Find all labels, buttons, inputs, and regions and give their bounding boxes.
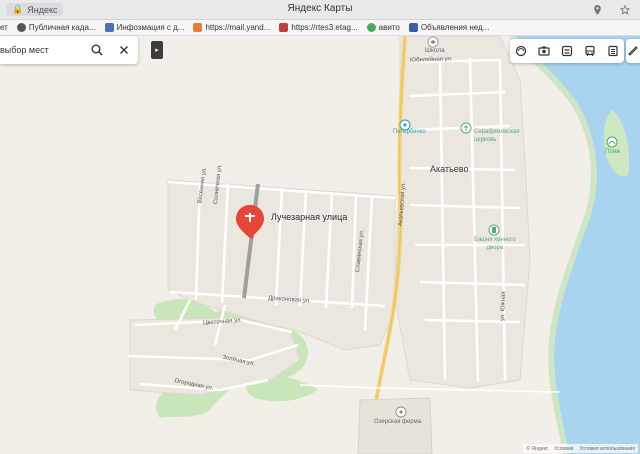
grid-icon	[279, 23, 289, 32]
place-marker-label[interactable]: Лучезарная улица	[271, 212, 347, 222]
transport-layer-button[interactable]	[583, 44, 597, 58]
ads-icon	[408, 23, 418, 32]
street-label: ул. Южная	[500, 291, 508, 322]
panorama-layer-button[interactable]	[514, 44, 528, 58]
poi-label-pharmacy[interactable]: Петербичко	[393, 129, 426, 135]
bookmark-item[interactable]: Инфозмация с д...	[104, 23, 185, 32]
collapse-panel-button[interactable]: ▸	[151, 41, 163, 59]
document-icon	[104, 23, 114, 32]
globe-icon	[16, 23, 26, 32]
poi-label-tower[interactable]: Башня конного двора	[474, 236, 516, 252]
poi-label-school[interactable]: Школа	[425, 47, 445, 54]
farm-area	[357, 397, 433, 454]
search-panel	[0, 36, 138, 64]
map-graphics	[127, 36, 640, 454]
map-footer: © Яндекс Условия Условия использования	[523, 444, 638, 453]
poi-label-church[interactable]: Серафимовская церковь	[474, 128, 520, 144]
poi-label-church-line2: церковь	[474, 137, 497, 143]
school-poi-icon	[427, 36, 439, 48]
close-icon[interactable]	[116, 42, 132, 58]
bookmark-item[interactable]: Объявления нед...	[408, 23, 490, 32]
settlement-label: Акатьево	[430, 164, 469, 174]
bookmark-label: https://rtes3.etag...	[291, 23, 358, 32]
poi-label-beach[interactable]: Пляж	[605, 149, 620, 155]
bookmark-label: Объявления нед...	[420, 23, 490, 32]
church-poi-icon	[460, 122, 472, 134]
panorama-icon	[516, 45, 527, 57]
bookmark-item[interactable]: https://rtes3.etag...	[279, 23, 358, 32]
mail-icon	[193, 23, 203, 32]
dirt-road	[299, 384, 561, 393]
page-title: Яндекс Карты	[287, 3, 353, 14]
tower-poi-icon	[488, 224, 500, 236]
poi-label-farm[interactable]: Озерская ферма	[374, 419, 421, 425]
bookmark-label: Публичная када...	[28, 23, 96, 32]
bookmark-item[interactable]: ет	[0, 23, 8, 32]
bookmark-item[interactable]: Публичная када...	[16, 23, 96, 32]
browser-titlebar: 🔒 Яндекс Яндекс Карты	[0, 0, 640, 20]
camera-icon	[538, 46, 550, 56]
beach-poi-icon	[606, 136, 618, 148]
bookmark-item[interactable]: https://mail.yand...	[193, 23, 270, 32]
poi-label-tower-line2: двора	[486, 245, 504, 251]
chevron-right-icon: ▸	[155, 47, 159, 54]
avito-icon	[366, 23, 376, 32]
ruler-button[interactable]	[626, 39, 640, 63]
photos-layer-button[interactable]	[537, 44, 551, 58]
bookmarks-bar: ет Публичная када... Инфозмация с д... h…	[0, 20, 640, 36]
bookmark-label: авито	[378, 23, 400, 32]
parking-icon	[561, 45, 573, 57]
bookmark-label: ет	[0, 23, 8, 32]
poi-label-tower-line1: Башня конного	[474, 237, 516, 243]
bookmark-label: https://mail.yand...	[205, 23, 271, 32]
ruler-icon	[628, 46, 638, 56]
layers-toolbar	[510, 39, 624, 63]
poi-label-church-line1: Серафимовская	[474, 129, 520, 135]
layers-menu-button[interactable]	[606, 44, 620, 58]
search-icon[interactable]	[89, 42, 105, 58]
bookmark-item[interactable]: авито	[366, 23, 400, 32]
bookmark-label: Инфозмация с д...	[116, 23, 185, 32]
footer-usage-link[interactable]: Условия использования	[580, 446, 636, 452]
footer-terms-link[interactable]: Условия	[554, 446, 573, 452]
star-icon[interactable]	[618, 3, 631, 16]
layers-icon	[607, 45, 618, 57]
bus-icon	[585, 45, 595, 56]
farm-poi-icon	[395, 406, 407, 418]
footer-copyright[interactable]: © Яндекс	[526, 446, 548, 452]
search-input[interactable]	[0, 36, 86, 64]
residential-area	[394, 36, 531, 389]
map-canvas[interactable]: Юбилейная ул. Весенняя ул. Солнечная ул.…	[0, 36, 640, 454]
parking-layer-button[interactable]	[560, 44, 574, 58]
location-pin-icon[interactable]	[591, 3, 604, 16]
